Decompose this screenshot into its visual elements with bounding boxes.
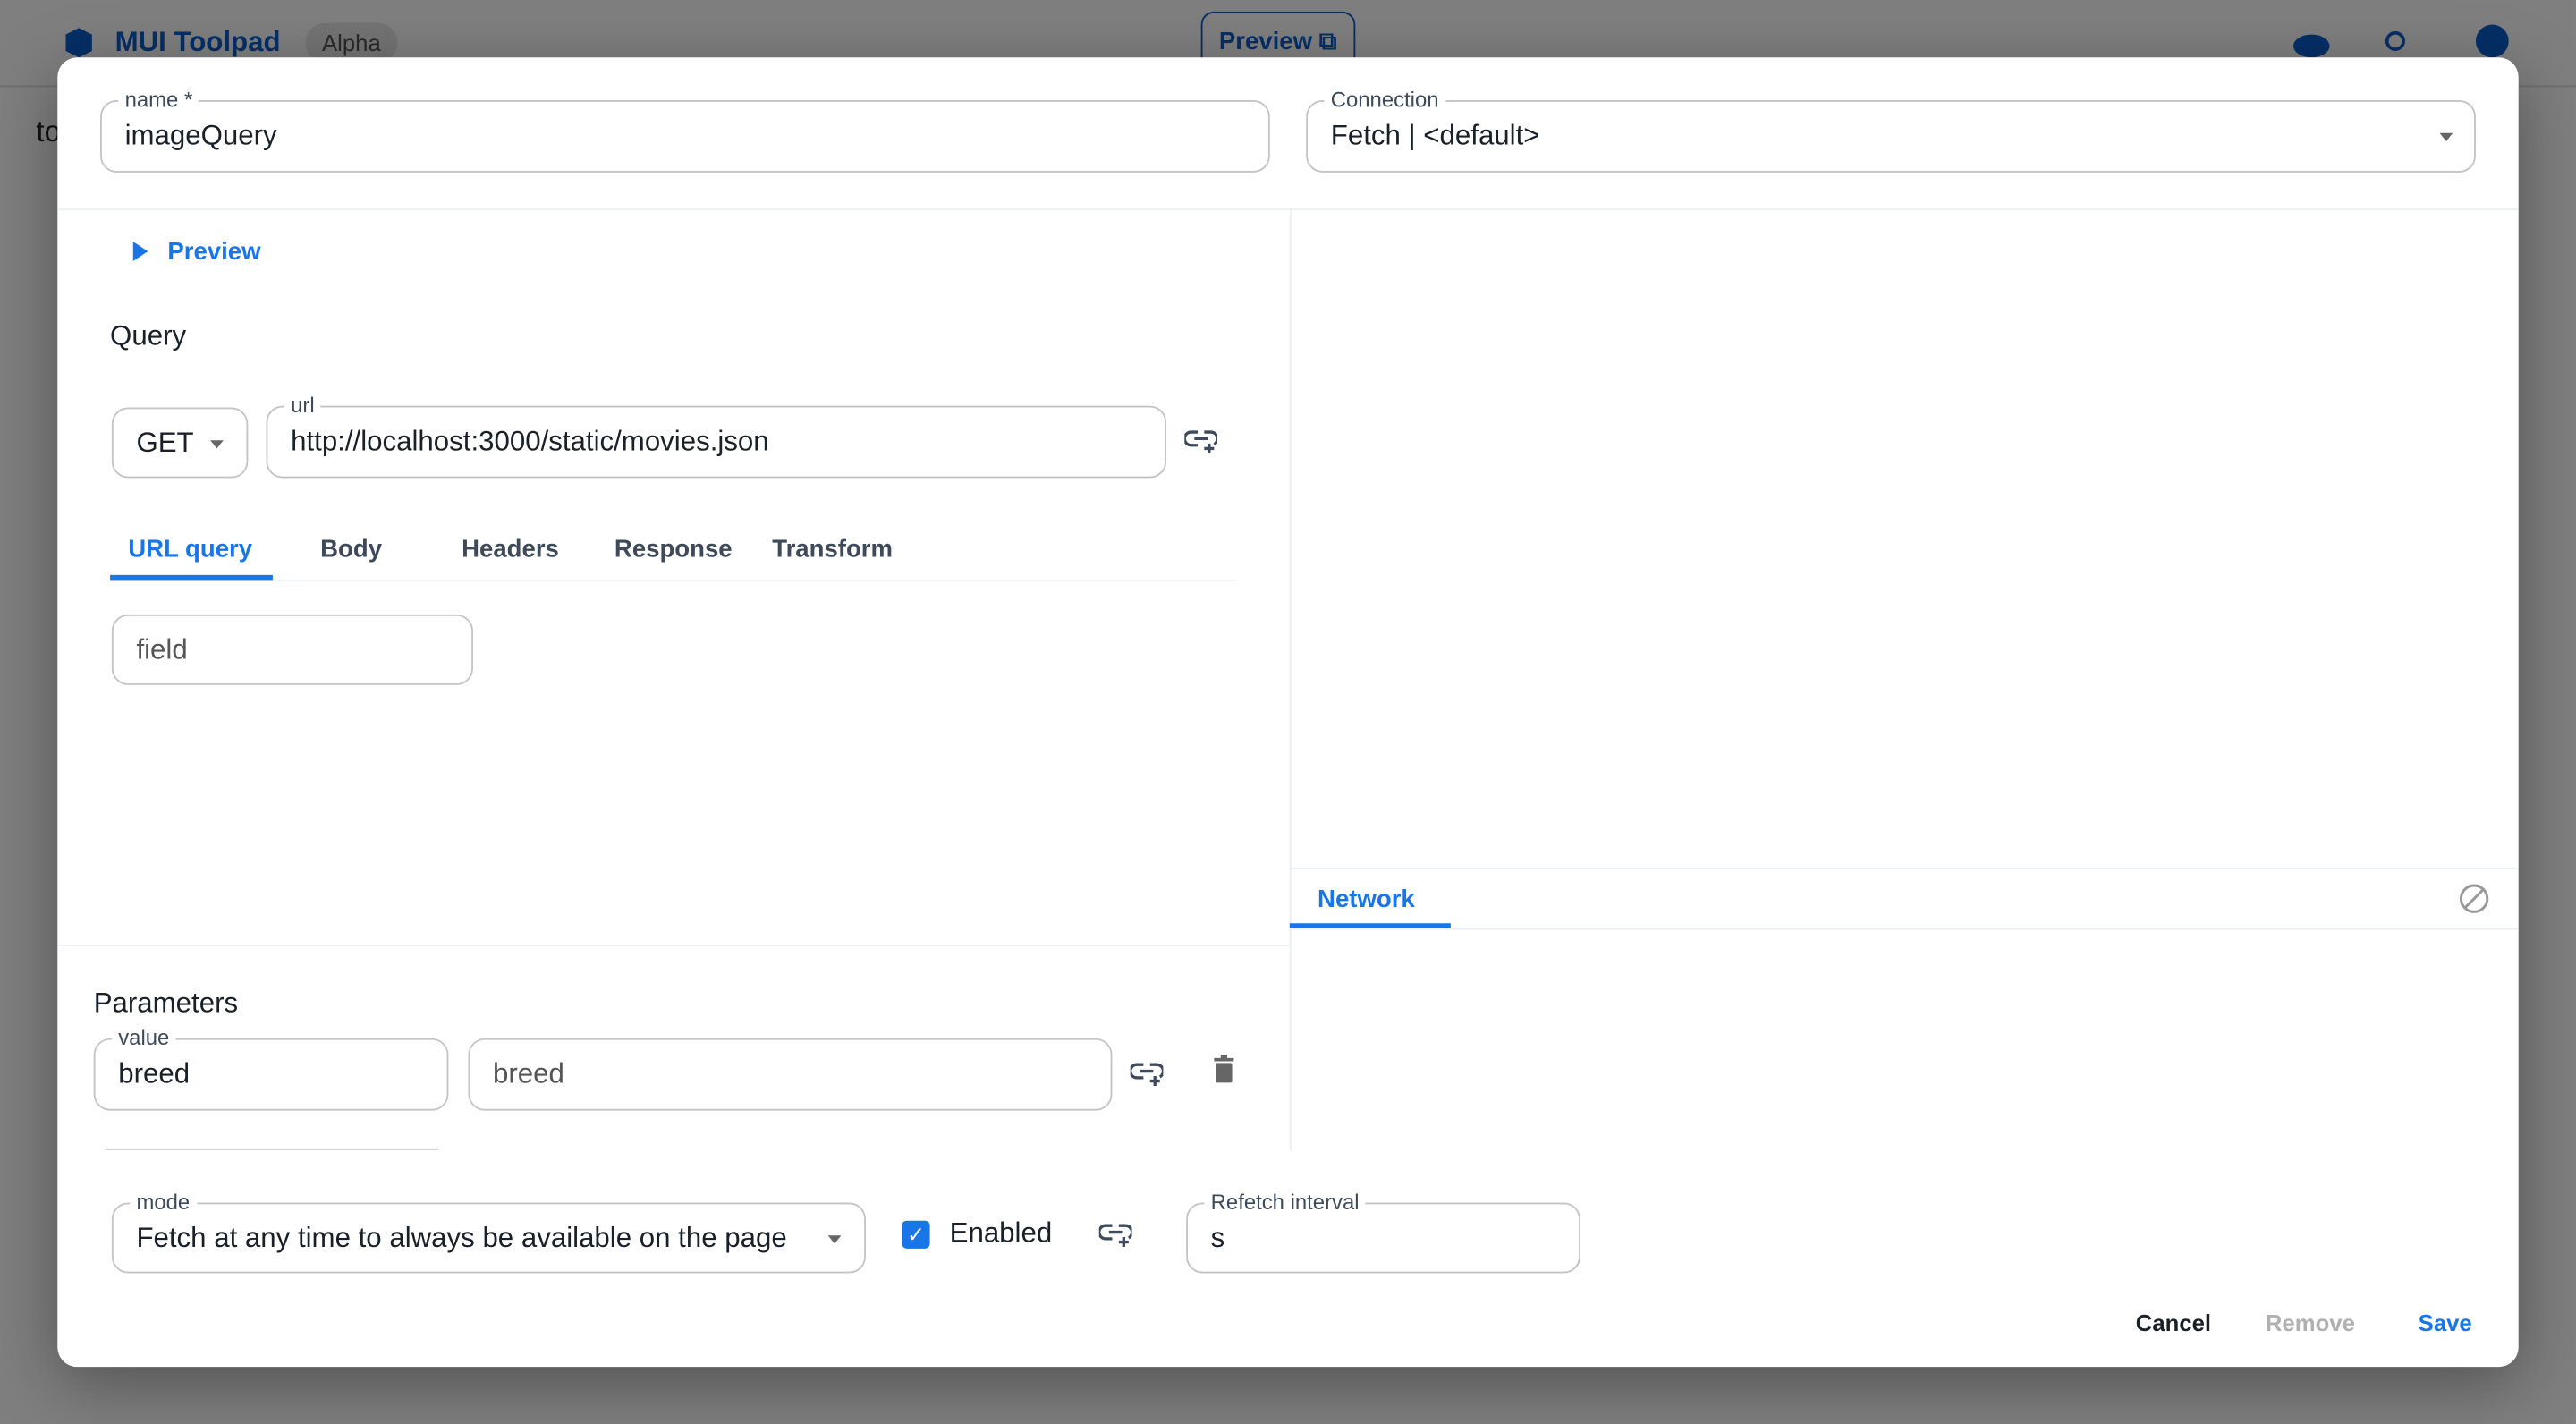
connection-value: Fetch | <default> (1330, 120, 1540, 151)
preview-toggle[interactable]: Preview (132, 238, 261, 267)
refetch-interval-field[interactable]: Refetch interval s (1186, 1189, 1580, 1274)
link-binding-icon[interactable] (1184, 428, 1218, 453)
refetch-interval-label: Refetch interval (1204, 1189, 1366, 1216)
divider (1289, 928, 2519, 930)
tab-response[interactable]: Response (614, 536, 733, 564)
name-field[interactable]: name * imageQuery (100, 87, 1270, 173)
save-button[interactable]: Save (2419, 1310, 2472, 1335)
check-icon: ✓ (906, 1222, 925, 1248)
parameter-value-field[interactable]: breed (468, 1038, 1113, 1111)
url-query-field[interactable]: field (111, 614, 473, 685)
tab-body[interactable]: Body (320, 536, 382, 564)
enabled-label[interactable]: Enabled (950, 1217, 1053, 1250)
pane-divider (1289, 208, 1292, 1150)
connection-select[interactable]: Connection Fetch | <default> (1306, 87, 2476, 173)
new-parameter-field-edge[interactable] (105, 1148, 439, 1150)
parameter-name-label: value (111, 1025, 176, 1052)
enabled-checkbox[interactable]: ✓ (902, 1220, 930, 1249)
divider (57, 208, 2519, 211)
mode-select[interactable]: mode Fetch at any time to always be avai… (111, 1189, 866, 1274)
connection-label: Connection (1324, 87, 1445, 114)
link-binding-icon[interactable] (1098, 1221, 1132, 1248)
clear-log-icon[interactable] (2458, 882, 2491, 915)
screen: MUI Toolpad Alpha Preview ⧉ to name * im… (0, 0, 2576, 1424)
query-editor-dialog: name * imageQuery Connection Fetch | <de… (57, 57, 2519, 1368)
parameter-name-value: breed (118, 1057, 191, 1089)
name-value: imageQuery (124, 120, 277, 151)
parameter-name-field[interactable]: value breed (93, 1025, 449, 1111)
divider (1289, 867, 2519, 869)
link-binding-icon[interactable] (1130, 1060, 1164, 1087)
chevron-down-icon (827, 1234, 842, 1243)
method-select[interactable]: GET (111, 407, 249, 479)
parameters-heading: Parameters (93, 987, 239, 1019)
divider (57, 945, 1290, 946)
tab-network[interactable]: Network (1318, 886, 1415, 913)
preview-toggle-label: Preview (167, 238, 261, 267)
url-field[interactable]: url http://localhost:3000/static/movies.… (266, 392, 1167, 479)
tab-headers[interactable]: Headers (462, 536, 559, 564)
active-tab-indicator (110, 574, 273, 581)
chevron-down-icon (2439, 132, 2453, 141)
url-label: url (284, 392, 321, 420)
tab-url-query[interactable]: URL query (128, 536, 252, 564)
tabs-divider (110, 580, 1236, 582)
refetch-interval-value: s (1210, 1221, 1225, 1253)
remove-button[interactable]: Remove (2266, 1310, 2355, 1335)
delete-icon[interactable] (1213, 1055, 1236, 1084)
chevron-down-icon (210, 439, 224, 448)
mode-label: mode (130, 1189, 197, 1216)
cancel-button[interactable]: Cancel (2136, 1310, 2211, 1335)
method-value: GET (136, 426, 194, 458)
mode-value: Fetch at any time to always be available… (136, 1221, 787, 1253)
parameter-value-placeholder: breed (493, 1057, 564, 1089)
name-label: name * (118, 87, 199, 114)
url-query-placeholder: field (136, 633, 188, 665)
tab-transform[interactable]: Transform (772, 536, 893, 564)
play-arrow-icon (132, 241, 148, 262)
query-heading: Query (110, 320, 187, 352)
url-value: http://localhost:3000/static/movies.json (291, 425, 769, 457)
